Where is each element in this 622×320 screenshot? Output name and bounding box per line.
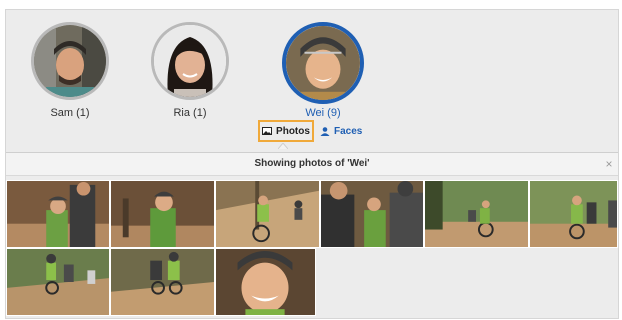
- cyclist-photo-icon: [321, 181, 423, 247]
- faces-view-label: Faces: [334, 126, 363, 137]
- avatar-sam: [31, 22, 109, 100]
- face-name: Ria (1): [173, 107, 207, 119]
- results-header: Showing photos of 'Wei' ×: [6, 152, 618, 176]
- sam-portrait-icon: [34, 25, 106, 97]
- photo-thumbnail-9[interactable]: [215, 248, 316, 316]
- cyclist-photo-icon: [7, 249, 109, 315]
- cyclist-photo-icon: [111, 249, 214, 315]
- face-name: Wei (9): [305, 107, 341, 119]
- faces-area: Sam (1) Ria (1) Wei (9) Photos Faces: [6, 10, 618, 152]
- caret-up-icon: [278, 143, 288, 149]
- photo-thumbnail-1[interactable]: [6, 180, 110, 248]
- wei-closeup-photo-icon: [216, 249, 315, 315]
- photo-thumbnail-7[interactable]: [6, 248, 110, 316]
- ria-portrait-icon: [154, 25, 226, 97]
- photo-thumbnail-6[interactable]: [529, 180, 618, 248]
- face-ria[interactable]: Ria (1): [148, 22, 232, 119]
- face-wei[interactable]: Wei (9): [281, 22, 365, 119]
- cyclist-photo-icon: [111, 181, 214, 247]
- close-button[interactable]: ×: [602, 153, 616, 175]
- photos-view-label: Photos: [276, 125, 310, 137]
- photo-thumbnail-4[interactable]: [320, 180, 424, 248]
- photo-thumbnail-8[interactable]: [110, 248, 215, 316]
- face-name: Sam (1): [50, 107, 90, 119]
- photo-icon: [262, 127, 273, 135]
- photo-thumbnail-2[interactable]: [110, 180, 215, 248]
- photos-view-button[interactable]: Photos: [258, 120, 314, 142]
- avatar-wei: [282, 22, 364, 104]
- person-icon: [320, 127, 330, 136]
- avatar-ria: [151, 22, 229, 100]
- cyclist-photo-icon: [7, 181, 109, 247]
- faces-view-button[interactable]: Faces: [320, 126, 362, 137]
- cyclist-photo-icon: [530, 181, 617, 247]
- wei-portrait-icon: [286, 26, 360, 100]
- cyclist-photo-icon: [216, 181, 319, 247]
- cyclist-photo-icon: [425, 181, 528, 247]
- photo-thumbnail-3[interactable]: [215, 180, 320, 248]
- photo-thumbnail-5[interactable]: [424, 180, 529, 248]
- people-browser: Sam (1) Ria (1) Wei (9) Photos Faces Sho…: [5, 9, 619, 319]
- face-sam[interactable]: Sam (1): [28, 22, 112, 119]
- results-title: Showing photos of 'Wei': [254, 158, 370, 169]
